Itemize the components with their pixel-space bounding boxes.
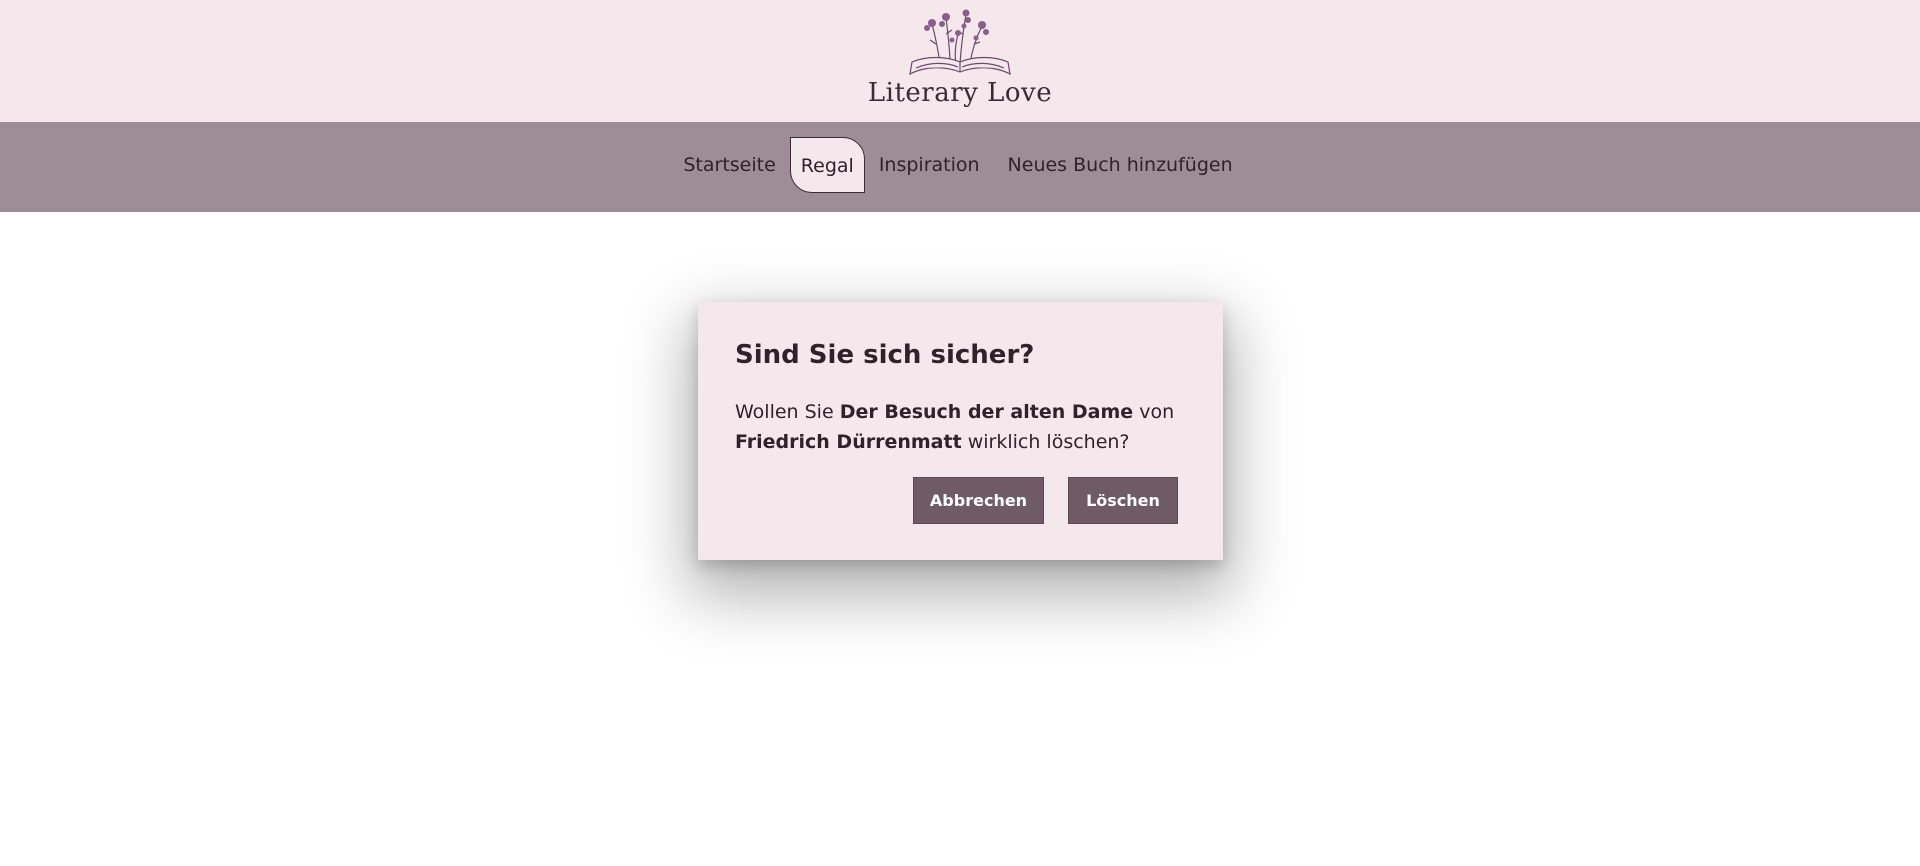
logo[interactable]: Literary Love: [860, 4, 1060, 116]
book-title: Der Besuch der alten Dame: [839, 401, 1134, 423]
message-suffix: wirklich löschen?: [961, 431, 1130, 453]
nav-item-neues-buch[interactable]: Neues Buch hinzufügen: [994, 137, 1247, 193]
confirm-delete-dialog: Sind Sie sich sicher? Wollen Sie Der Bes…: [698, 302, 1223, 560]
dialog-message: Wollen Sie Der Besuch der alten Dame von…: [735, 397, 1205, 457]
cancel-button[interactable]: Abbrechen: [913, 477, 1044, 524]
main-navigation: Startseite Regal Inspiration Neues Buch …: [0, 122, 1920, 212]
nav-item-regal[interactable]: Regal: [789, 137, 865, 193]
logo-text: Literary Love: [867, 78, 1053, 108]
site-header: Literary Love: [0, 0, 1920, 122]
message-prefix: Wollen Sie: [735, 401, 840, 423]
dialog-title: Sind Sie sich sicher?: [735, 340, 1035, 370]
nav-item-startseite[interactable]: Startseite: [669, 137, 789, 193]
book-author: Friedrich Dürrenmatt: [735, 431, 962, 453]
book-with-flowers-icon: [909, 9, 1011, 76]
nav-item-inspiration[interactable]: Inspiration: [865, 137, 994, 193]
nav-list: Startseite Regal Inspiration Neues Buch …: [0, 137, 1920, 193]
delete-button[interactable]: Löschen: [1068, 477, 1178, 524]
message-mid: von: [1133, 401, 1175, 423]
